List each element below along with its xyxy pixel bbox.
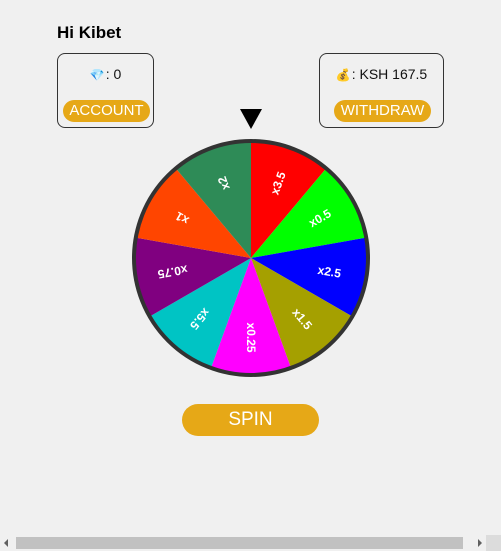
wallet-card: 💰: KSH 167.5 WITHDRAW — [319, 53, 444, 128]
scroll-right-arrow-icon[interactable] — [478, 539, 482, 547]
account-button[interactable]: ACCOUNT — [63, 100, 150, 122]
account-balance-row: 💎: 0 — [58, 66, 153, 82]
spin-button[interactable]: SPIN — [182, 404, 319, 436]
wheel-graphic: x3.5x0.5x2.5x1.5x0.25x5.5x0.75x1x2 — [132, 139, 370, 377]
pointer-triangle-icon — [240, 109, 262, 129]
prize-wheel[interactable]: x3.5 x0.5 x2.5 x1.5 x0.25 x5.5 x0.75 x1 x2 — [130, 137, 372, 379]
game-page: Hi Kibet 💎: 0 ACCOUNT 💰: KSH 167.5 WITHD… — [0, 0, 501, 551]
wallet-balance: : KSH 167.5 — [351, 66, 428, 82]
scrollbar-thumb[interactable] — [16, 537, 463, 549]
money-bag-icon: 💰 — [335, 68, 351, 82]
wheel-segment-label: x0.25 — [244, 323, 258, 353]
withdraw-button[interactable]: WITHDRAW — [334, 100, 431, 122]
greeting-title: Hi Kibet — [57, 23, 122, 42]
scrollbar-corner — [486, 535, 501, 551]
account-balance: : 0 — [105, 66, 122, 82]
horizontal-scrollbar[interactable] — [0, 535, 486, 551]
account-card: 💎: 0 ACCOUNT — [57, 53, 154, 128]
gem-icon: 💎 — [89, 68, 105, 82]
wallet-balance-row: 💰: KSH 167.5 — [320, 66, 443, 82]
scroll-left-arrow-icon[interactable] — [4, 539, 8, 547]
